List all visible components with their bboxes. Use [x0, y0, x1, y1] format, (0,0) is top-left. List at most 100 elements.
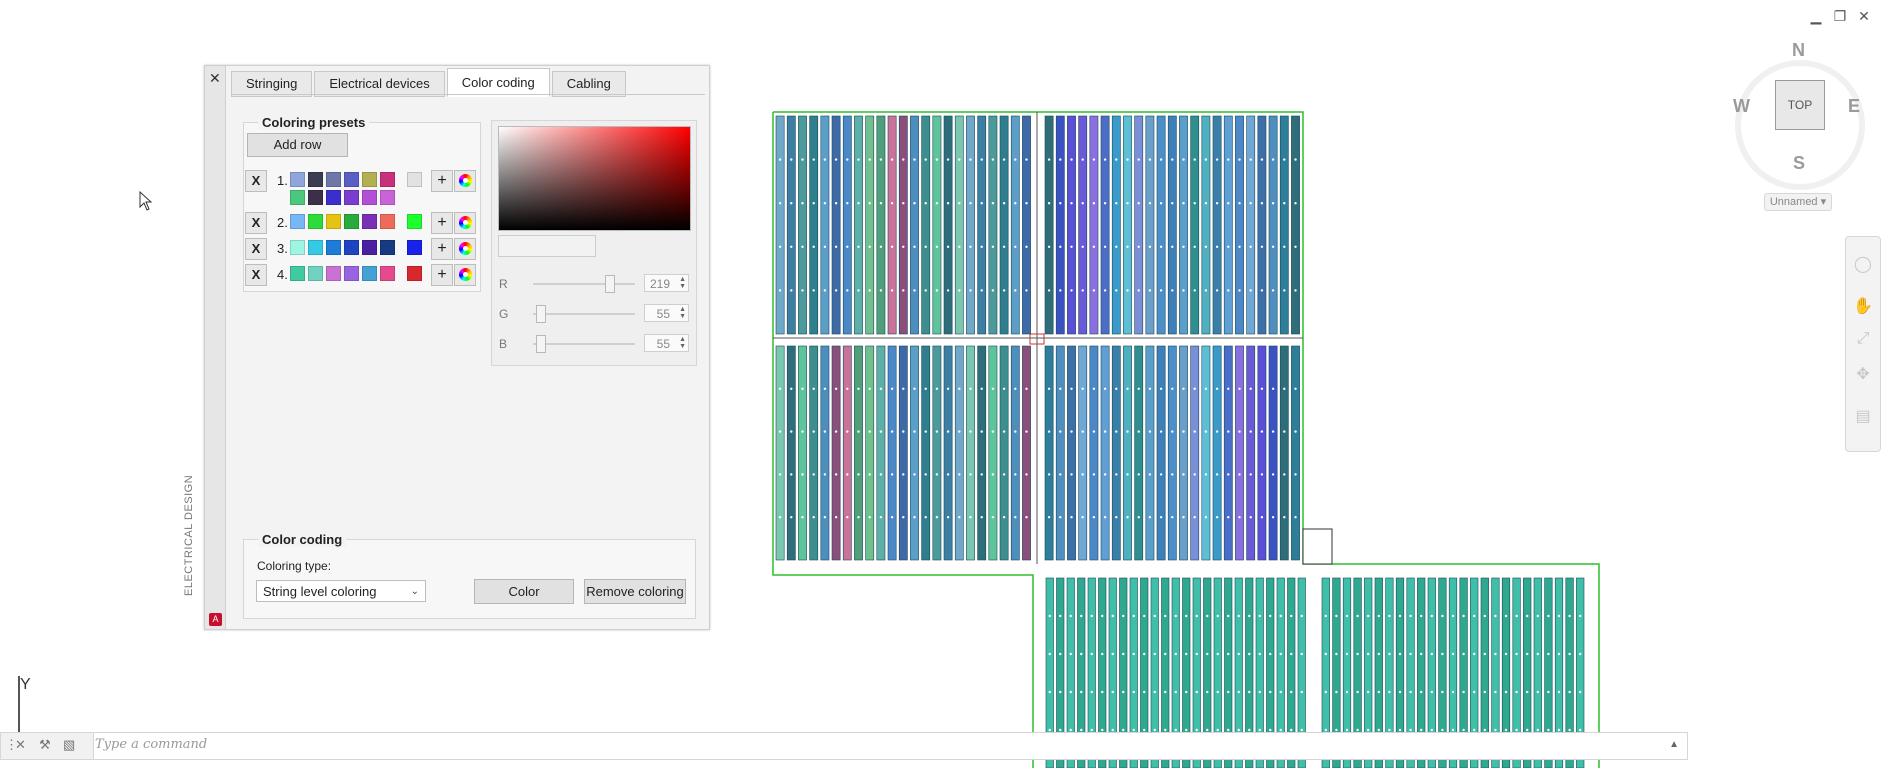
preset-swatch[interactable]: [326, 240, 341, 255]
preset-swatch[interactable]: [290, 190, 305, 205]
delete-row-button[interactable]: X: [245, 238, 267, 260]
preset-swatch[interactable]: [326, 190, 341, 205]
preset-swatch[interactable]: [344, 240, 359, 255]
preset-swatch[interactable]: [362, 172, 377, 187]
command-input[interactable]: Type a command: [95, 737, 207, 752]
command-history-icon[interactable]: ▧: [63, 737, 75, 753]
r-spinner[interactable]: 219 ▲ ▼: [644, 274, 689, 292]
close-window-icon[interactable]: ✕: [1856, 8, 1872, 24]
preset-swatch[interactable]: [380, 172, 395, 187]
preset-swatch[interactable]: [326, 172, 341, 187]
preset-swatch[interactable]: [290, 214, 305, 229]
wrench-icon[interactable]: ⚒: [39, 737, 51, 753]
b-slider-thumb[interactable]: [536, 335, 546, 353]
preset-swatch[interactable]: [362, 266, 377, 281]
preset-swatch[interactable]: [290, 266, 305, 281]
string-node: [1193, 289, 1196, 292]
color-wheel-glyph: [458, 216, 472, 229]
add-color-icon[interactable]: +: [431, 170, 453, 192]
viewcube-top-face[interactable]: TOP: [1775, 80, 1825, 130]
preset-swatch[interactable]: [344, 266, 359, 281]
delete-row-button[interactable]: X: [245, 170, 267, 192]
compass-north[interactable]: N: [1792, 40, 1805, 61]
color-wheel-icon[interactable]: [454, 264, 476, 286]
remove-coloring-button[interactable]: Remove coloring: [584, 579, 686, 604]
command-expand-icon[interactable]: ▲: [1669, 739, 1679, 750]
preset-swatch[interactable]: [362, 240, 377, 255]
preset-swatch[interactable]: [362, 190, 377, 205]
preset-swatch[interactable]: [308, 240, 323, 255]
spinner-arrows-icon[interactable]: ▲ ▼: [679, 306, 686, 320]
b-spinner[interactable]: 55 ▲ ▼: [644, 334, 689, 352]
string-node: [1080, 690, 1083, 694]
string-node: [1014, 202, 1017, 205]
selected-color-swatch[interactable]: [407, 266, 422, 281]
string-column: [809, 115, 819, 335]
ucs-menu[interactable]: Unnamed ▾: [1764, 193, 1832, 211]
string-column: [1190, 345, 1200, 561]
compass-south[interactable]: S: [1793, 153, 1805, 174]
preset-swatch[interactable]: [326, 214, 341, 229]
preset-swatch[interactable]: [326, 266, 341, 281]
preset-swatch[interactable]: [308, 214, 323, 229]
preset-swatch[interactable]: [290, 172, 305, 187]
coloring-type-select[interactable]: String level coloring ⌄: [256, 580, 426, 602]
preset-swatch[interactable]: [362, 214, 377, 229]
preset-swatch[interactable]: [380, 190, 395, 205]
preset-swatch[interactable]: [380, 214, 395, 229]
string-node: [1171, 516, 1174, 519]
color-wheel-icon[interactable]: [454, 212, 476, 234]
spinner-arrows-icon[interactable]: ▲ ▼: [679, 276, 686, 290]
g-slider-track[interactable]: [533, 313, 635, 315]
compass-east[interactable]: E: [1848, 96, 1860, 117]
add-color-icon[interactable]: +: [431, 238, 453, 260]
string-node: [1182, 387, 1185, 390]
string-node: [1494, 728, 1497, 732]
solar-layout-drawing[interactable]: [770, 108, 1610, 768]
string-node: [1185, 690, 1188, 694]
g-spinner[interactable]: 55 ▲ ▼: [644, 304, 689, 322]
preset-swatch[interactable]: [380, 266, 395, 281]
string-node: [1258, 652, 1261, 656]
color-wheel-icon[interactable]: [454, 170, 476, 192]
selected-color-swatch[interactable]: [407, 172, 422, 187]
close-command-icon[interactable]: ✕: [15, 737, 26, 753]
tab-color-coding[interactable]: Color coding: [446, 68, 550, 97]
preset-swatch[interactable]: [344, 190, 359, 205]
r-slider-thumb[interactable]: [604, 275, 615, 293]
color-wheel-icon[interactable]: [454, 238, 476, 260]
string-column: [932, 345, 942, 561]
string-node: [1249, 516, 1252, 519]
r-slider-track[interactable]: [533, 283, 635, 285]
compass-west[interactable]: W: [1733, 96, 1750, 117]
add-color-icon[interactable]: +: [431, 212, 453, 234]
selected-color-swatch[interactable]: [407, 240, 422, 255]
preset-swatch[interactable]: [308, 190, 323, 205]
add-color-icon[interactable]: +: [431, 264, 453, 286]
string-node: [1258, 614, 1261, 618]
b-slider-track[interactable]: [533, 343, 635, 345]
showmotion-icon[interactable]: ▤: [1853, 407, 1873, 427]
preset-swatch[interactable]: [380, 240, 395, 255]
delete-row-button[interactable]: X: [245, 264, 267, 286]
zoom-icon[interactable]: ⤢: [1853, 329, 1873, 349]
add-row-button[interactable]: Add row: [247, 133, 348, 157]
color-button[interactable]: Color: [474, 579, 574, 604]
string-node: [1451, 690, 1455, 694]
spinner-arrows-icon[interactable]: ▲ ▼: [679, 336, 686, 350]
restore-icon[interactable]: ❐: [1832, 8, 1848, 24]
g-slider-thumb[interactable]: [536, 305, 546, 323]
delete-row-button[interactable]: X: [245, 212, 267, 234]
preset-swatch[interactable]: [344, 172, 359, 187]
preset-swatch[interactable]: [344, 214, 359, 229]
selected-color-swatch[interactable]: [407, 214, 422, 229]
pan-icon[interactable]: ✋: [1853, 297, 1873, 317]
minimize-icon[interactable]: ▁: [1808, 8, 1824, 24]
preset-swatch[interactable]: [308, 172, 323, 187]
steering-wheel-icon[interactable]: ◯: [1853, 255, 1873, 275]
color-gradient-field[interactable]: [498, 126, 691, 231]
palette-close-icon[interactable]: ✕: [209, 70, 221, 87]
preset-swatch[interactable]: [308, 266, 323, 281]
orbit-icon[interactable]: ✥: [1853, 365, 1873, 385]
preset-swatch[interactable]: [290, 240, 305, 255]
